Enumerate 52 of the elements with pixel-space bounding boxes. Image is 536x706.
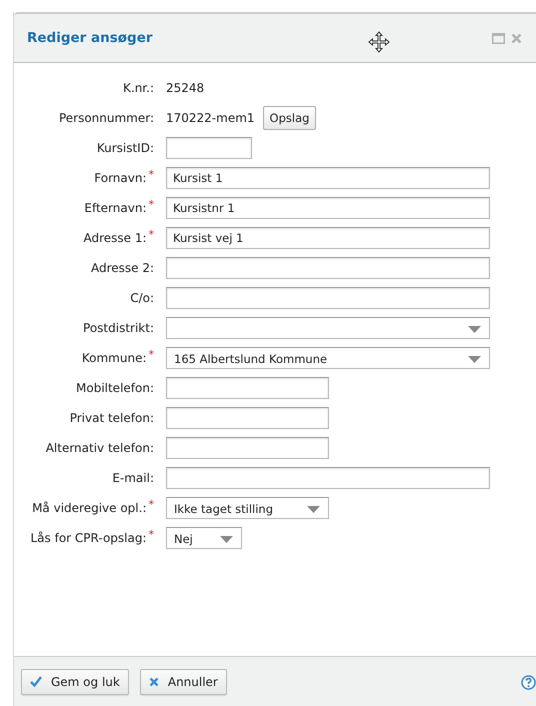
- field-label: Postdistrikt:: [83, 321, 154, 335]
- field-label: Kommune:: [82, 351, 146, 365]
- check-icon: [30, 676, 42, 687]
- cancel-button[interactable]: Annuller: [140, 668, 227, 694]
- maximize-icon[interactable]: [492, 32, 505, 44]
- text-field[interactable]: Kursist vej 1: [166, 227, 490, 249]
- move-icon: [368, 31, 390, 53]
- field-label: Privat telefon:: [70, 411, 154, 425]
- field-label: Fornavn:: [94, 171, 146, 185]
- required-mark: *: [148, 498, 154, 511]
- lookup-button[interactable]: Opslag: [262, 106, 316, 130]
- help-icon[interactable]: [521, 675, 536, 690]
- field-value: 25248: [166, 81, 204, 95]
- field-label: KursistID:: [96, 141, 154, 155]
- dropdown[interactable]: [166, 317, 490, 339]
- caret-icon: [468, 356, 481, 362]
- close-icon: [148, 676, 159, 686]
- caret-icon: [468, 326, 481, 332]
- dropdown[interactable]: Nej: [166, 527, 242, 549]
- field-label: C/o:: [130, 291, 154, 305]
- save-close-button[interactable]: Gem og luk: [21, 668, 129, 694]
- field-label: Personnummer:: [58, 111, 154, 125]
- field-label: Adresse 1:: [83, 231, 146, 245]
- field-label: Alternativ telefon:: [46, 441, 154, 455]
- text-field[interactable]: Kursistnr 1: [166, 197, 490, 219]
- text-field[interactable]: [166, 407, 329, 429]
- dropdown[interactable]: 165 Albertslund Kommune: [166, 347, 490, 369]
- field-value: 170222-mem1: [166, 111, 255, 125]
- required-mark: *: [148, 528, 154, 541]
- field-label: Må videregive opl.:: [32, 501, 146, 515]
- text-field[interactable]: [166, 377, 329, 399]
- required-mark: *: [148, 168, 154, 181]
- field-label: E-mail:: [112, 471, 154, 485]
- field-label: Efternavn:: [84, 201, 146, 215]
- field-label: Mobiltelefon:: [76, 381, 154, 395]
- text-field[interactable]: [166, 257, 490, 279]
- field-label: Lås for CPR-opslag:: [30, 531, 146, 545]
- text-field[interactable]: [166, 467, 490, 489]
- caret-icon: [220, 536, 233, 542]
- text-field[interactable]: [166, 437, 329, 459]
- close-icon[interactable]: [511, 32, 522, 44]
- dialog-title: Rediger ansøger: [27, 30, 154, 46]
- text-field[interactable]: [166, 287, 490, 309]
- required-mark: *: [148, 228, 154, 241]
- required-mark: *: [148, 348, 154, 361]
- text-field[interactable]: Kursist 1: [166, 167, 490, 189]
- caret-icon: [307, 506, 320, 512]
- field-label: Adresse 2:: [90, 261, 154, 275]
- dropdown[interactable]: Ikke taget stilling: [166, 497, 329, 519]
- required-mark: *: [148, 198, 154, 211]
- field-label: K.nr.:: [123, 81, 154, 95]
- text-field[interactable]: [166, 137, 252, 159]
